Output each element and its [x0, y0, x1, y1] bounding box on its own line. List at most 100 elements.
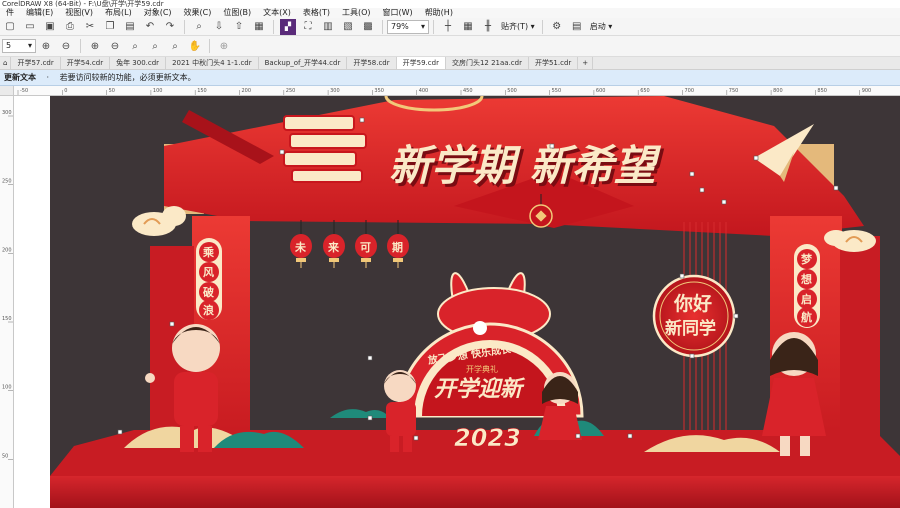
publish-pdf-icon[interactable]: ▦	[251, 19, 267, 35]
ruler-label: 200	[242, 88, 252, 94]
ruler-label: 50	[109, 88, 115, 94]
undo-icon[interactable]: ↶	[142, 19, 158, 35]
round-sign-line2: 新同学	[665, 318, 716, 339]
page-setup-icon[interactable]: ▧	[340, 19, 356, 35]
menu-window[interactable]: 窗口(W)	[377, 8, 419, 18]
tab-document-active[interactable]: 开学59.cdr	[396, 57, 446, 69]
menu-view[interactable]: 视图(V)	[59, 8, 99, 18]
show-grid-icon[interactable]: ▦	[460, 19, 476, 35]
export-icon[interactable]: ⇧	[231, 19, 247, 35]
menu-help[interactable]: 帮助(H)	[419, 8, 459, 18]
menu-object[interactable]: 对象(C)	[138, 8, 178, 18]
open-folder-icon[interactable]: ▭	[22, 19, 38, 35]
menu-edit[interactable]: 编辑(E)	[20, 8, 59, 18]
toolbar-divider	[541, 19, 543, 34]
zoom-all-icon[interactable]: ⊖	[107, 38, 123, 54]
banner-char: 浪	[203, 303, 214, 317]
cut-icon[interactable]: ✂	[82, 19, 98, 35]
menu-table[interactable]: 表格(T)	[297, 8, 336, 18]
hand-tool-icon[interactable]: ✋	[187, 38, 203, 54]
zoom-selected-icon[interactable]: ⊕	[87, 38, 103, 54]
ruler-label: 700	[685, 88, 695, 94]
launch-icon[interactable]: ▤	[569, 19, 585, 35]
standard-toolbar: ▢ ▭ ▣ ⎙ ✂ ❐ ▤ ↶ ↷ ⌕ ⇩ ⇧ ▦ ▞ ⛶ ▥ ▧ ▩ 79% …	[0, 18, 900, 36]
show-guidelines-icon[interactable]: ╫	[480, 19, 496, 35]
ruler-label: 450	[463, 88, 473, 94]
tab-document[interactable]: Backup_of_开学44.cdr	[259, 57, 348, 69]
launch-dropdown[interactable]: 启动 ▾	[590, 21, 613, 32]
snap-to-dropdown[interactable]: 贴齐(T) ▾	[501, 21, 535, 32]
zoom-page-icon[interactable]: ⌕	[127, 38, 143, 54]
menu-effects[interactable]: 效果(C)	[178, 8, 218, 18]
zoom-level-select[interactable]: 79% ▾	[387, 19, 429, 34]
horizontal-ruler[interactable]: -50 0 50 100 150 200 250 300 350 400 450 500 550 600 6…	[14, 86, 900, 96]
tab-document[interactable]: 开学54.cdr	[61, 57, 111, 69]
tab-document[interactable]: 交房门头12 21aa.cdr	[446, 57, 529, 69]
search-content-icon[interactable]: ⌕	[191, 19, 207, 35]
show-rulers-icon[interactable]: ┼	[440, 19, 456, 35]
document-tabs: ⌂ 开学57.cdr 开学54.cdr 兔年 300.cdr 2021 中秋门头…	[0, 57, 900, 70]
menu-tools[interactable]: 工具(O)	[336, 8, 377, 18]
lantern-char: 未	[294, 240, 307, 254]
main-title[interactable]: 新学期 新希望	[389, 141, 662, 190]
options-grid-icon[interactable]: ▩	[360, 19, 376, 35]
tab-document[interactable]: 开学58.cdr	[347, 57, 397, 69]
new-doc-icon[interactable]: ▢	[2, 19, 18, 35]
banner-char: 破	[203, 285, 214, 299]
tab-document[interactable]: 开学57.cdr	[11, 57, 61, 69]
zoom-width-icon[interactable]: ⌕	[147, 38, 163, 54]
update-text-infobar: 更新文本 · 若要访问较新的功能，必须更新文本。	[0, 70, 900, 86]
home-tab[interactable]: ⌂	[0, 57, 12, 69]
zoom-height-icon[interactable]: ⌕	[167, 38, 183, 54]
save-icon[interactable]: ▣	[42, 19, 58, 35]
drawing-canvas[interactable]: 新学期 新希望 新学期 新希望 未 来 可 期 乘 风 破 浪 梦 想 启 航 …	[14, 96, 900, 508]
ruler-label: 200	[2, 247, 12, 253]
round-welcome-sign[interactable]: 你好 新同学	[652, 274, 736, 358]
menu-layout[interactable]: 布局(L)	[99, 8, 138, 18]
menu-bar: 件 编辑(E) 视图(V) 布局(L) 对象(C) 效果(C) 位图(B) 文本…	[0, 8, 900, 18]
redo-icon[interactable]: ↷	[162, 19, 178, 35]
bunny-head	[473, 321, 487, 335]
banner-char: 航	[801, 310, 812, 324]
right-vertical-banner[interactable]: 梦 想 启 航	[794, 244, 820, 328]
zoom-in-icon[interactable]: ⊕	[38, 38, 54, 54]
gear-icon[interactable]: ⚙	[549, 19, 565, 35]
infobar-bullet: ·	[46, 73, 50, 82]
stage-floor-front[interactable]	[50, 476, 900, 508]
vertical-ruler[interactable]: 300 250 200 150 100 50	[0, 96, 14, 508]
toolbar-divider	[209, 39, 210, 53]
tab-document[interactable]: 开学51.cdr	[529, 57, 579, 69]
zoom-size-select[interactable]: 5 ▾	[2, 39, 36, 53]
copy-icon[interactable]: ❐	[102, 19, 118, 35]
app-launcher-icon[interactable]: ▞	[280, 18, 296, 35]
ruler-label: 150	[197, 88, 207, 94]
menu-text[interactable]: 文本(X)	[257, 8, 297, 18]
lantern-char: 可	[360, 241, 371, 254]
new-tab-button[interactable]: +	[578, 57, 594, 69]
print-icon[interactable]: ⎙	[62, 19, 78, 35]
arch-year: 2023	[454, 424, 521, 452]
lantern-char: 期	[392, 240, 403, 254]
full-screen-icon[interactable]: ⛶	[300, 19, 316, 35]
tab-document[interactable]: 2021 中秋门头4 1-1.cdr	[166, 57, 259, 69]
toolbar-divider	[273, 19, 274, 34]
ruler-label: 250	[286, 88, 296, 94]
book-stack-graphic[interactable]	[283, 115, 367, 183]
property-bar: 5 ▾ ⊕ ⊖ ⊕ ⊖ ⌕ ⌕ ⌕ ✋ ⊕	[0, 36, 900, 57]
ruler-label: -50	[20, 88, 28, 94]
menu-bitmaps[interactable]: 位图(B)	[217, 8, 257, 18]
zoom-level-value: 79%	[391, 21, 409, 31]
wireframe-icon[interactable]: ▥	[320, 19, 336, 35]
paste-icon[interactable]: ▤	[122, 19, 138, 35]
tab-document[interactable]: 兔年 300.cdr	[110, 57, 167, 69]
ruler-corner[interactable]	[0, 86, 14, 96]
ruler-label: 0	[64, 88, 67, 94]
import-icon[interactable]: ⇩	[211, 19, 227, 35]
menu-file[interactable]: 件	[0, 8, 20, 18]
add-icon[interactable]: ⊕	[216, 38, 232, 54]
ruler-label: 400	[419, 88, 429, 94]
ruler-label: 600	[596, 88, 606, 94]
arch-small-text: 开学典礼	[466, 364, 498, 374]
zoom-out-icon[interactable]: ⊖	[58, 38, 74, 54]
left-vertical-banner[interactable]: 乘 风 破 浪	[196, 238, 222, 320]
